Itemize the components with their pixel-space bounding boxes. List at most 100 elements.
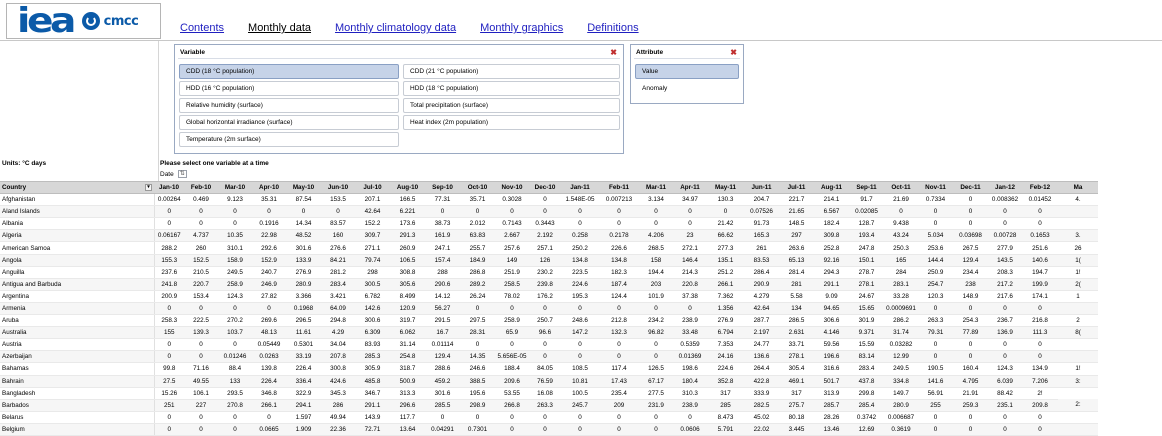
value-cell: 318.7 — [390, 362, 425, 376]
country-cell: American Samoa — [0, 241, 155, 255]
value-cell: 272.1 — [673, 241, 707, 255]
value-cell: 0 — [154, 302, 184, 316]
value-cell: 0.1916 — [252, 217, 286, 231]
value-cell: 422.8 — [744, 375, 779, 388]
attribute-option[interactable]: Anomaly — [635, 81, 739, 96]
country-cell: Bahamas — [0, 362, 155, 376]
value-cell: 309.7 — [355, 229, 390, 243]
value-cell: 298 — [355, 266, 390, 279]
value-cell: 283.4 — [321, 278, 355, 291]
value-cell: 4.146 — [814, 326, 849, 340]
variable-option[interactable]: Temperature (2m surface) — [179, 132, 399, 147]
value-cell: 124.3 — [988, 362, 1022, 376]
date-filter: Date ⇅ — [160, 170, 187, 178]
variable-option[interactable]: Relative humidity (surface) — [179, 98, 399, 113]
value-cell: 4.29 — [321, 326, 355, 340]
variable-option[interactable]: Global horizontal irradiance (surface) — [179, 115, 399, 130]
value-cell: 0.03698 — [953, 229, 988, 243]
value-cell: 258.3 — [154, 314, 184, 328]
attribute-option[interactable]: Value — [635, 64, 739, 79]
value-cell: 254.7 — [918, 278, 953, 291]
value-cell: 247.8 — [849, 241, 884, 255]
value-cell: 0 — [918, 205, 953, 219]
value-cell: 308.8 — [390, 266, 425, 279]
value-cell — [1058, 302, 1098, 316]
value-cell: 0 — [561, 205, 599, 219]
value-cell: 141.6 — [918, 375, 953, 388]
country-cell: Algeria — [0, 229, 155, 243]
value-cell: 0 — [184, 338, 218, 352]
value-cell: 3.445 — [779, 423, 814, 436]
value-cell: 0.05449 — [252, 338, 286, 352]
value-cell: 0 — [988, 205, 1022, 219]
variable-option[interactable]: CDD (18 °C population) — [179, 64, 399, 79]
country-cell: Anguilla — [0, 266, 155, 279]
value-cell: 0.3619 — [884, 423, 918, 436]
sort-icon[interactable]: ⇅ — [177, 170, 187, 178]
value-cell: 1( — [1058, 254, 1098, 267]
value-cell: 459.2 — [425, 375, 460, 388]
value-cell — [1058, 411, 1098, 424]
value-cell: 290.6 — [425, 278, 460, 291]
value-cell: 1 — [1058, 290, 1098, 303]
variable-option[interactable]: HDD (18 °C population) — [403, 81, 620, 96]
value-cell: 278.7 — [849, 266, 884, 279]
value-cell: 0 — [154, 338, 184, 352]
nav-monthly-climatology-data[interactable]: Monthly climatology data — [335, 22, 456, 34]
country-column-header[interactable]: Country ▾ — [0, 180, 154, 195]
value-cell: 238.9 — [673, 399, 707, 412]
value-cell: 92.16 — [814, 254, 849, 267]
clear-filter-icon[interactable]: ✖ — [610, 48, 617, 57]
country-cell: Bangladesh — [0, 387, 155, 400]
month-column-header: Jul-10 — [355, 180, 390, 195]
nav-monthly-graphics[interactable]: Monthly graphics — [480, 22, 563, 34]
value-cell: 277.5 — [639, 387, 673, 400]
value-cell: 103.7 — [218, 326, 252, 340]
value-cell: 173.6 — [390, 217, 425, 231]
value-cell: 346.7 — [355, 387, 390, 400]
variable-option[interactable]: CDD (21 °C population) — [403, 64, 620, 79]
nav-monthly-data[interactable]: Monthly data — [248, 22, 311, 34]
nav-contents[interactable]: Contents — [180, 22, 224, 34]
nav-definitions[interactable]: Definitions — [587, 22, 638, 34]
value-cell: 300.5 — [355, 278, 390, 291]
value-cell: 305.4 — [779, 362, 814, 376]
value-cell: 234.4 — [953, 266, 988, 279]
variable-option[interactable]: Total precipitation (surface) — [403, 98, 620, 113]
month-column-header: Mar-10 — [218, 180, 252, 195]
month-column-header: Apr-11 — [673, 180, 707, 195]
value-cell: 0 — [639, 350, 673, 364]
variable-option[interactable]: Heat index (2m population) — [403, 115, 620, 130]
value-cell: 77.31 — [425, 193, 460, 207]
month-column-header: Jun-11 — [744, 180, 779, 195]
filter-dropdown-icon[interactable]: ▾ — [145, 184, 152, 191]
value-cell: 254.8 — [390, 350, 425, 364]
table-row: Afghanistan 0.00264 0.469 9.123 35.31 87.54 15… — [0, 193, 1098, 207]
value-cell: 317 — [707, 387, 744, 400]
value-cell: 133.9 — [286, 254, 321, 267]
value-cell: 268.5 — [639, 241, 673, 255]
value-cell: 0 — [988, 338, 1022, 352]
value-cell — [1058, 423, 1098, 436]
table-row: Aland Islands 0 0 0 0 0 0 42.64 6.221 0 0 0 0 0 0 0 0 0 0.… — [0, 205, 1098, 219]
country-cell: Australia — [0, 326, 155, 340]
table-row: Azerbaijan 0 0 0.01246 0.0263 33.19 207.8 285.3… — [0, 350, 1098, 364]
value-cell: 282.5 — [744, 399, 779, 412]
value-cell: 319.7 — [390, 314, 425, 328]
clear-filter-icon[interactable]: ✖ — [730, 48, 737, 57]
value-cell: 235.4 — [599, 387, 639, 400]
value-cell: 91.7 — [849, 193, 884, 207]
value-cell: 0 — [154, 411, 184, 424]
value-cell: 291.1 — [814, 278, 849, 291]
value-cell: 0 — [1022, 217, 1058, 231]
value-cell: 0.06167 — [154, 229, 184, 243]
table-row: Anguilla 237.6 210.5 249.5 240.7 276.9 281.2 29… — [0, 266, 1098, 279]
country-cell: Albania — [0, 217, 155, 231]
variable-option[interactable]: HDD (16 °C population) — [179, 81, 399, 96]
country-cell: Azerbaijan — [0, 350, 155, 364]
value-cell: 6.039 — [988, 375, 1022, 388]
attribute-slicer: Attribute ✖ Value Anomaly — [630, 44, 744, 104]
value-cell: 276.6 — [321, 241, 355, 255]
value-cell: 0 — [184, 411, 218, 424]
month-column-header: Aug-11 — [814, 180, 849, 195]
